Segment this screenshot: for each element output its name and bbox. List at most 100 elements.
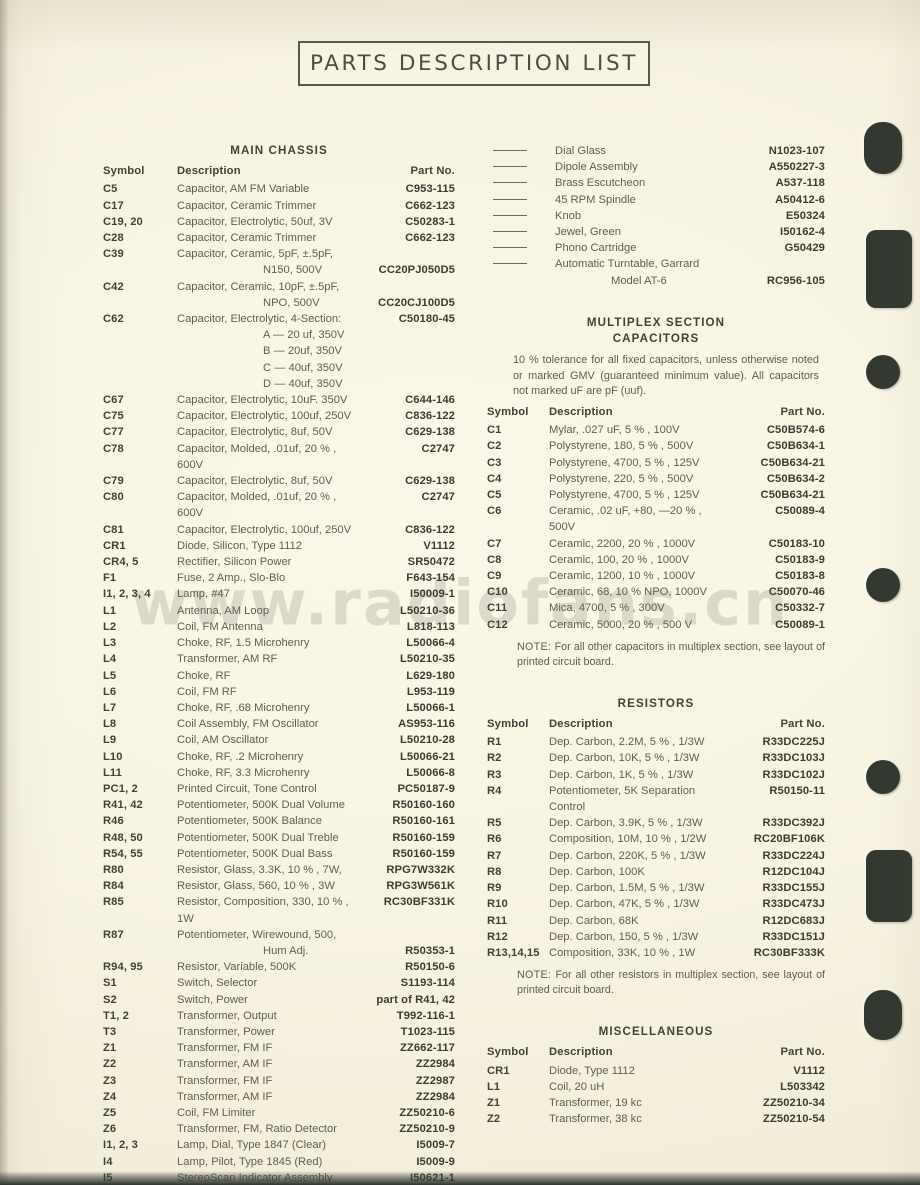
row-description: Composition, 33K, 10 % , 1W — [549, 946, 696, 959]
column-header-description: Description — [177, 165, 241, 178]
row-symbol: F1 — [103, 572, 117, 585]
table-row: R13,14,15 Composition, 33K, 10 % , 1W RC30… — [487, 945, 825, 961]
row-part-no: R33DC392J — [762, 817, 825, 830]
row-symbol: L11 — [103, 766, 122, 779]
row-part-no: T992-116-1 — [396, 1009, 455, 1022]
row-description: Dipole Assembly — [555, 161, 638, 174]
row-symbol — [487, 273, 555, 289]
row-description: Ceramic, 100, 20 % , 1000V — [549, 553, 689, 566]
row-symbol: C80 — [103, 491, 124, 504]
row-description: Phono Cartridge — [555, 242, 637, 255]
row-symbol: C5 — [103, 183, 118, 196]
row-symbol: C28 — [103, 232, 124, 245]
table-row: R4 Potentiometer, 5K Separation Control R5… — [487, 783, 825, 815]
right-column: Dial Glass N1023-107 Dipole Assembly A55022… — [487, 143, 825, 1127]
row-description: Transformer, Power — [177, 1025, 275, 1038]
row-part-no: ZZ2984 — [415, 1058, 455, 1071]
table-row: R3 Dep. Carbon, 1K, 5 % , 1/3W R33DC102J — [487, 767, 825, 783]
table-row: C77 Capacitor, Electrolytic, 8uf, 50V C629… — [103, 424, 455, 440]
row-symbol — [103, 360, 177, 376]
row-symbol: I4 — [103, 1155, 113, 1168]
section-subheading-multiplex-capacitors: CAPACITORS — [612, 332, 700, 346]
row-description: Choke, RF, 3.3 Microhenry — [177, 766, 310, 779]
table-row: C2 Polystyrene, 180, 5 % , 500V C50B634-1 — [487, 438, 825, 454]
row-symbol: L2 — [103, 620, 117, 633]
row-description: Automatic Turntable, Garrard — [555, 258, 700, 271]
row-part-no: C2747 — [421, 442, 455, 455]
row-symbol-dash — [487, 208, 555, 224]
row-part-no: I5009-9 — [416, 1155, 455, 1168]
table-row: CR1 Diode, Silicon, Type 1112 V1112 — [103, 538, 455, 554]
row-part-no: R33DC473J — [762, 898, 825, 911]
section-heading-miscellaneous: MISCELLANEOUS — [598, 1025, 714, 1039]
table-row: L4 Transformer, AM RF L50210-35 — [103, 651, 455, 667]
row-part-no: C836-122 — [405, 523, 455, 536]
table-row: C6 Ceramic, .02 uF, +80, —20 % , 500V C500… — [487, 503, 825, 535]
table-row: L1 Antenna, AM Loop L50210-36 — [103, 603, 455, 619]
row-part-no: I50009-1 — [410, 588, 455, 601]
table-row: C1 Mylar, .027 uF, 5 % , 100V C50B574-6 — [487, 422, 825, 438]
table-row: R85 Resistor, Composition, 330, 10 % , 1W… — [103, 894, 455, 926]
row-description: Model AT-6 — [611, 274, 667, 287]
dash-icon — [493, 198, 527, 200]
table-row: C4 Polystyrene, 220, 5 % , 500V C50B634-2 — [487, 471, 825, 487]
row-symbol: R6 — [487, 833, 502, 846]
table-row: A — 20 uf, 350V — [103, 327, 455, 343]
row-symbol: R12 — [487, 930, 508, 943]
row-description: Resistor, Glass, 560, 10 % , 3W — [177, 880, 335, 893]
row-description: Fuse, 2 Amp., Slo-Blo — [177, 572, 286, 585]
row-part-no: C50B634-21 — [760, 456, 825, 469]
table-row: CR4, 5 Rectifier, Silicon Power SR50472 — [103, 554, 455, 570]
dash-icon — [493, 150, 527, 151]
row-description: Lamp, Dial, Type 1847 (Clear) — [177, 1139, 327, 1152]
row-description: Ceramic, 68, 10 % NPO, 1000V — [549, 586, 707, 599]
row-symbol: R94, 95 — [103, 961, 143, 974]
row-part-no: R50160-160 — [392, 799, 455, 812]
row-description: C — 40uf, 350V — [263, 361, 343, 374]
note-label: NOTE: — [517, 640, 555, 653]
row-description: Capacitor, Electrolytic, 4-Section: — [177, 313, 342, 326]
row-symbol: Z2 — [103, 1058, 117, 1071]
row-symbol: L3 — [103, 637, 117, 650]
row-part-no: C50183-9 — [775, 553, 825, 566]
table-row: I4 Lamp, Pilot, Type 1845 (Red) I5009-9 — [103, 1154, 455, 1170]
row-symbol: Z1 — [103, 1042, 117, 1055]
row-part-no: C50B574-6 — [766, 424, 825, 437]
row-part-no: C662-123 — [405, 232, 455, 245]
row-description: Capacitor, Electrolytic, 10uF. 350V — [177, 394, 348, 407]
row-description: Capacitor, Electrolytic, 8uf, 50V — [177, 426, 333, 439]
row-description: Polystyrene, 4700, 5 % , 125V — [549, 489, 700, 502]
row-part-no: I50162-4 — [780, 226, 825, 239]
row-description: B — 20uf, 350V — [263, 345, 342, 358]
table-row: Dial Glass N1023-107 — [487, 143, 825, 159]
row-description: Polystyrene, 180, 5 % , 500V — [549, 440, 694, 453]
note-text: For all other capacitors in multiplex se… — [517, 640, 825, 668]
row-symbol: Z2 — [487, 1113, 501, 1126]
row-part-no — [359, 376, 455, 392]
row-description: Choke, RF, .2 Microhenry — [177, 750, 304, 763]
row-part-no: C2747 — [421, 491, 455, 504]
column-header-description: Description — [549, 1046, 613, 1059]
row-symbol: R4 — [487, 784, 502, 797]
row-description: Dep. Carbon, 68K — [549, 914, 639, 927]
row-part-no: ZZ50210-6 — [399, 1106, 455, 1119]
row-description: Transformer, AM IF — [177, 1090, 273, 1103]
parts-table-multiplex-capacitors: Symbol Description Part No. C1 Mylar, .027 u… — [487, 404, 825, 633]
row-part-no: RC20BF106K — [753, 833, 825, 846]
row-part-no: L818-113 — [406, 620, 455, 633]
table-row: I1, 2, 3, 4 Lamp, #47 I50009-1 — [103, 586, 455, 602]
table-row: C5 Polystyrene, 4700, 5 % , 125V C50B634-2… — [487, 487, 825, 503]
column-header-part-no: Part No. — [780, 718, 825, 731]
row-symbol-dash — [487, 224, 555, 240]
row-symbol: L5 — [103, 669, 117, 682]
row-part-no: L503342 — [780, 1080, 825, 1093]
row-symbol: R5 — [487, 817, 502, 830]
table-row: Jewel, Green I50162-4 — [487, 224, 825, 240]
row-description: Ceramic, 5000, 20 % , 500 V — [549, 618, 693, 631]
row-symbol: C1 — [487, 424, 502, 437]
table-row: R7 Dep. Carbon, 220K, 5 % , 1/3W R33DC224J — [487, 848, 825, 864]
table-row: C17 Capacitor, Ceramic Trimmer C662-123 — [103, 198, 455, 214]
column-header-symbol: Symbol — [487, 1046, 529, 1059]
table-row: C79 Capacitor, Electrolytic, 8uf, 50V C629… — [103, 473, 455, 489]
